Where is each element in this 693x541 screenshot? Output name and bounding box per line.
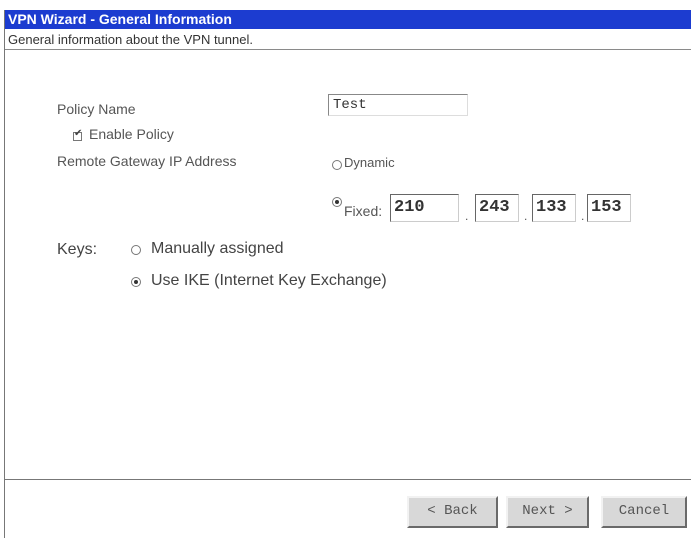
remote-gateway-label: Remote Gateway IP Address xyxy=(57,153,237,169)
policy-name-label: Policy Name xyxy=(57,101,136,117)
ip-octet-4-input[interactable]: 153 xyxy=(587,194,631,222)
gateway-dynamic-label: Dynamic xyxy=(344,155,395,170)
ip-octet-1-input[interactable]: 210 xyxy=(390,194,459,222)
next-button[interactable]: Next > xyxy=(506,496,589,528)
ip-separator: . xyxy=(465,209,469,223)
policy-name-input[interactable]: Test xyxy=(328,94,468,116)
gateway-dynamic-radio[interactable] xyxy=(332,160,342,170)
ip-octet-3-input[interactable]: 133 xyxy=(532,194,576,222)
window-title: VPN Wizard - General Information xyxy=(5,10,691,29)
gateway-fixed-radio[interactable] xyxy=(332,197,342,207)
form-area: Policy Name Test ✔ Enable Policy Remote … xyxy=(5,51,691,479)
ip-octet-2-input[interactable]: 243 xyxy=(475,194,519,222)
keys-label: Keys: xyxy=(57,241,98,258)
ip-separator: . xyxy=(581,209,585,223)
gateway-fixed-label: Fixed: xyxy=(344,203,383,219)
check-icon: ✔ xyxy=(74,128,83,139)
keys-ike-label: Use IKE (Internet Key Exchange) xyxy=(151,272,387,289)
page-subtitle: General information about the VPN tunnel… xyxy=(5,29,691,50)
keys-manual-label: Manually assigned xyxy=(151,240,284,257)
cancel-button[interactable]: Cancel xyxy=(601,496,687,528)
enable-policy-checkbox[interactable]: ✔ xyxy=(73,128,83,141)
back-button[interactable]: < Back xyxy=(407,496,498,528)
ip-separator: . xyxy=(524,209,528,223)
button-bar: < Back Next > Cancel xyxy=(5,479,691,539)
vpn-wizard-window: VPN Wizard - General Information General… xyxy=(4,10,691,538)
keys-manual-radio[interactable] xyxy=(131,245,141,255)
keys-ike-radio[interactable] xyxy=(131,277,141,287)
enable-policy-label: Enable Policy xyxy=(89,126,174,142)
